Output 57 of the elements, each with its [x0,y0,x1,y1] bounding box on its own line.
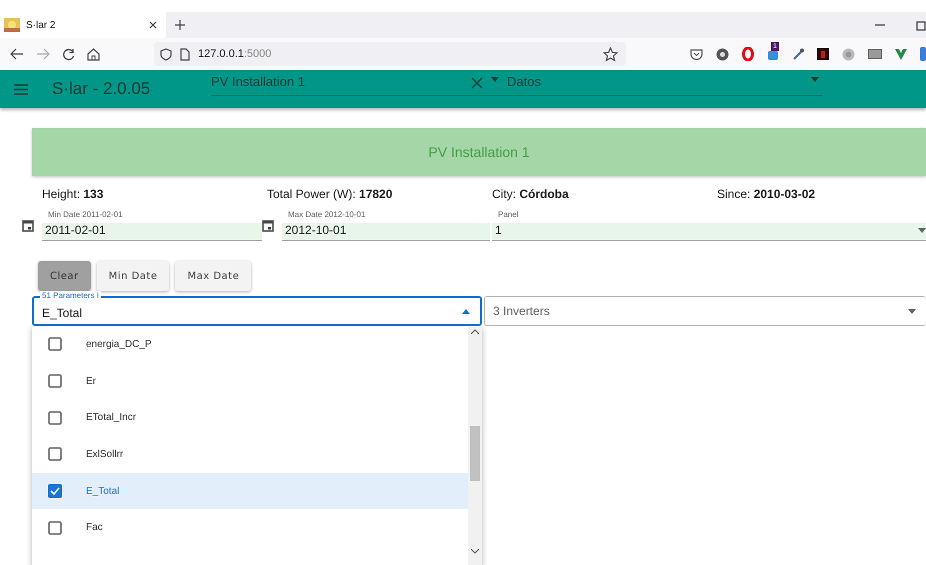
option-item[interactable]: Er [32,362,468,400]
checkbox[interactable] [48,520,62,535]
scroll-thumb[interactable] [470,426,480,481]
back-arrow-icon[interactable] [10,48,24,60]
caret-icon [908,308,916,314]
filter-button[interactable]: Min Date [96,261,170,291]
v-icon[interactable] [895,48,907,60]
shield-icon [160,48,172,60]
restore-icon[interactable] [916,19,926,31]
installation-banner: PV Installation 1 [32,128,926,176]
plus-icon[interactable] [174,19,186,31]
caret-icon [491,77,499,82]
checkbox[interactable] [48,337,62,352]
option-item[interactable]: ETotal_Incr [32,399,468,436]
reload-icon[interactable] [62,48,75,60]
extension-icon[interactable] [767,48,779,60]
checkbox[interactable] [48,374,62,388]
filter-button[interactable]: Clear [38,261,91,291]
checkbox[interactable] [48,484,62,498]
scrollbar[interactable] [468,326,482,565]
date-field[interactable]: Min Date 2011-02-01 2011-02-01 [42,210,262,241]
info-text: Height: 133 [42,187,104,201]
option-item[interactable]: energia_DC_P [32,326,468,363]
info-text: Since: 2010-03-02 [717,187,816,201]
calendar-icon[interactable] [22,219,34,232]
close-icon[interactable] [148,20,158,30]
inverters-select[interactable]: 3 Inverters [484,296,926,326]
info-text: City: Córdoba [492,187,570,201]
url-text: 127.0.0.1:5000 [198,48,272,60]
square-icon[interactable] [817,48,829,60]
star-icon[interactable] [603,46,618,62]
option-item[interactable]: Fac [32,509,468,546]
calendar-icon[interactable] [262,219,274,232]
option-item[interactable]: ExlSollrr [32,436,468,473]
caret-icon [811,77,819,82]
caret-icon [918,228,926,232]
checkbox[interactable] [48,410,62,425]
pocket-icon[interactable] [690,48,703,60]
browser-tab[interactable]: S·lar 2 [0,12,166,38]
checkbox[interactable] [48,447,62,462]
app-title: S·lar - 2.0.05 [52,79,152,99]
sidebar-tab-icon[interactable] [920,47,926,61]
info-text: Total Power (W): 17820 [267,187,394,201]
caret-icon [462,308,470,314]
home-icon[interactable] [87,48,100,60]
sun-icon [4,18,20,32]
option-item[interactable]: E_Total [32,472,468,510]
circle-icon[interactable] [716,48,729,60]
menu-icon[interactable] [14,84,28,94]
disc-icon[interactable] [842,48,855,60]
panel-select[interactable]: Panel 1 [492,210,926,241]
dropper-icon[interactable] [792,48,804,60]
filter-button[interactable]: Max Date [175,261,252,291]
date-field[interactable]: Max Date 2012-10-01 2012-10-01 [282,210,490,241]
ring-icon[interactable] [742,47,754,61]
page-icon [180,48,190,60]
address-bar[interactable]: 127.0.0.1:5000 [154,42,626,66]
